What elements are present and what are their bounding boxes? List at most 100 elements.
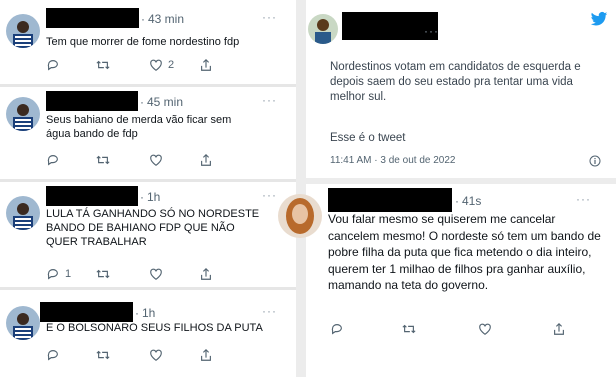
tweet-line: QUER TRABALHAR [46,236,147,248]
reply-button[interactable] [46,152,60,168]
reply-button[interactable] [46,57,60,73]
retweet-icon [96,350,110,360]
action-bar: 1 [46,266,286,282]
avatar[interactable] [308,14,338,44]
redacted-username [328,188,452,212]
retweet-button[interactable] [96,266,110,282]
timestamp: · 45 min [140,95,184,109]
like-button[interactable] [149,152,163,168]
redacted-username [46,8,139,28]
like-count: 2 [168,59,175,71]
heart-icon [479,323,491,335]
action-bar [46,347,286,363]
redacted-username [40,302,133,322]
tweet-line: querem ter 1 milhao de filhos pra ganhar… [328,261,586,276]
reply-button[interactable]: 1 [46,266,71,282]
more-options-icon[interactable]: ··· [576,192,591,206]
share-icon [201,153,211,166]
heart-icon [150,349,162,361]
share-button[interactable] [199,347,213,363]
reply-icon [47,60,58,71]
info-icon[interactable] [589,154,601,167]
share-button[interactable] [199,152,213,168]
tweet-text: Seus bahiano de merda vão ficar sem água… [46,113,286,141]
tweet-line: melhor sul. [330,91,387,103]
tweet-text: E O BOLSONARO SEUS FILHOS DA PUTA [46,321,286,335]
time-text: 1h [142,306,156,320]
action-bar [330,321,600,337]
tweet-text: Nordestinos votam em candidatos de esque… [330,60,610,105]
tweet-line: cancelem mesmo! O nordeste só tem um ban… [328,228,601,243]
retweet-icon [96,155,110,165]
tweet-text: Tem que morrer de fome nordestino fdp [46,35,286,49]
share-icon [554,322,564,335]
action-bar: 2 [46,57,286,73]
reply-icon [47,155,58,166]
tweet-line: Nordestinos votam em candidatos de esque… [330,61,581,73]
avatar[interactable] [6,97,40,131]
like-button[interactable] [149,266,163,282]
retweet-button[interactable] [96,152,110,168]
heart-icon [150,59,162,71]
reply-icon [47,269,58,280]
reply-icon [47,350,58,361]
avatar[interactable] [6,306,40,340]
tweet-line: Tem que morrer de fome nordestino fdp [46,36,240,48]
heart-icon [150,154,162,166]
more-options-icon[interactable]: ··· [262,93,277,107]
tweet-4[interactable]: · 1h ··· E O BOLSONARO SEUS FILHOS DA PUT… [0,290,296,377]
left-panel: · 43 min ··· Tem que morrer de fome norde… [0,0,296,377]
reply-count: 1 [65,268,72,280]
more-options-icon[interactable]: ··· [424,24,439,38]
tweet-line: BANDO DE BAHIANO FDP QUE NÃO [46,222,235,234]
tweet-line: pobre filha da puta que fica metendo o d… [328,245,592,259]
retweet-button[interactable] [402,321,416,337]
time-text: 43 min [148,12,185,26]
tweet-line: E O BOLSONARO SEUS FILHOS DA PUTA [46,322,263,334]
reply-button[interactable] [46,347,60,363]
retweet-button[interactable] [96,347,110,363]
retweet-icon [96,269,110,279]
avatar[interactable] [6,196,40,230]
like-button[interactable] [478,321,492,337]
tweet-2[interactable]: · 45 min ··· Seus bahiano de merda vão fi… [0,87,296,179]
action-bar [46,152,286,168]
heart-icon [150,268,162,280]
timestamp: · 1h [140,190,161,204]
avatar[interactable] [6,14,40,48]
reply-button[interactable] [330,321,344,337]
like-button[interactable]: 2 [149,57,174,73]
tweet-3[interactable]: · 1h ··· LULA TÁ GANHANDO SÓ NO NORDESTE … [0,182,296,287]
reply-icon [331,324,342,335]
tweet-datetime[interactable]: 11:41 AM · 3 de out de 2022 [330,155,455,166]
quoted-tweet-card[interactable]: ··· Nordestinos votam em candidatos de e… [306,0,616,178]
more-options-icon[interactable]: ··· [262,188,277,202]
more-options-icon[interactable]: ··· [262,10,277,24]
right-panel: ··· Nordestinos votam em candidatos de e… [278,0,616,377]
share-icon [201,348,211,361]
tweet-line: LULA TÁ GANHANDO SÓ NO NORDESTE [46,208,260,220]
share-button[interactable] [199,266,213,282]
like-button[interactable] [149,347,163,363]
avatar[interactable] [278,194,322,238]
time-text: 45 min [147,95,184,109]
share-icon [201,267,211,280]
share-button[interactable] [199,57,213,73]
twitter-bird-icon [590,10,608,28]
time-text: 41s [462,194,482,208]
timestamp: · 43 min [141,12,185,26]
tweet-line: Seus bahiano de merda vão ficar sem [46,114,232,126]
tweet-line: mamando na teta do governo. [328,278,489,292]
caption-text: Esse é o tweet [330,132,406,144]
retweet-icon [402,324,416,334]
tweet-5[interactable]: · 41s ··· Vou falar mesmo se quiserem me … [278,184,616,377]
timestamp: · 1h [135,306,156,320]
tweet-text: Vou falar mesmo se quiserem me cancelar … [328,211,614,294]
retweet-button[interactable] [96,57,110,73]
share-button[interactable] [552,321,566,337]
retweet-icon [96,60,110,70]
share-icon [201,58,211,71]
more-options-icon[interactable]: ··· [262,304,277,318]
tweet-1[interactable]: · 43 min ··· Tem que morrer de fome norde… [0,0,296,84]
redacted-username [46,91,138,111]
